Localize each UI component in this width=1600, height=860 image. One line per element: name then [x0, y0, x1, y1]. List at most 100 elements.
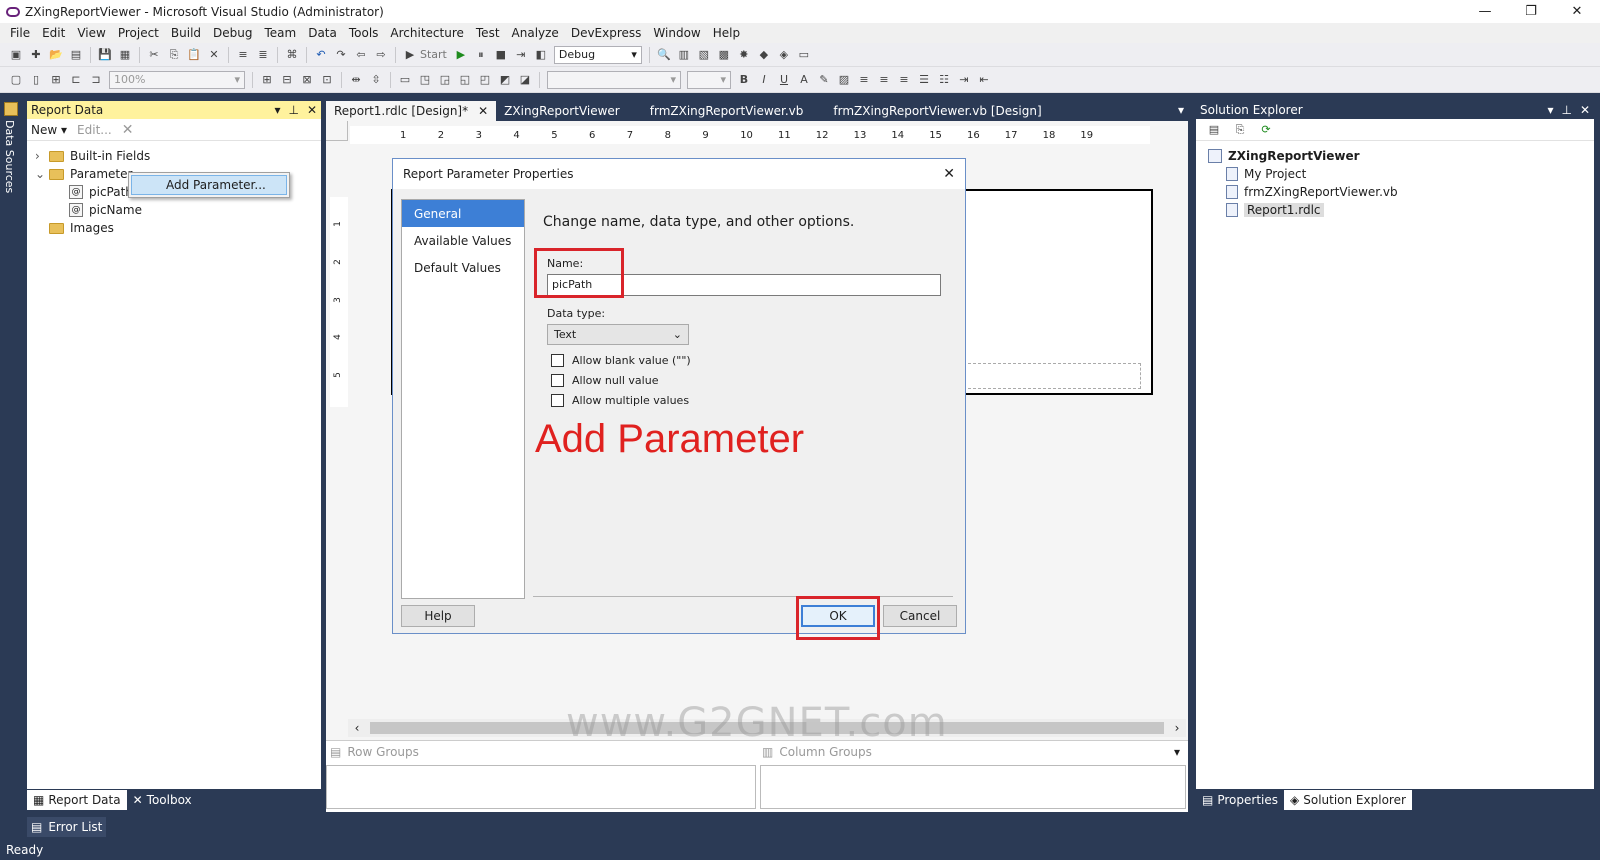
chevron-right-icon[interactable]: ›: [35, 149, 49, 163]
menu-debug[interactable]: Debug: [207, 26, 258, 40]
minimize-button[interactable]: —: [1462, 0, 1508, 23]
menu-build[interactable]: Build: [165, 26, 207, 40]
navigate-forward-icon[interactable]: ⇨: [373, 47, 389, 63]
tree-item-form-vb[interactable]: frmZXingReportViewer.vb: [1196, 183, 1594, 201]
toolbox-tab[interactable]: ✕ Toolbox: [127, 790, 198, 810]
delete-icon[interactable]: ✕: [122, 122, 134, 138]
show-all-files-icon[interactable]: ⎘: [1232, 122, 1248, 138]
new-project-icon[interactable]: ▣: [8, 47, 24, 63]
menu-data[interactable]: Data: [302, 26, 343, 40]
numbering-icon[interactable]: ☷: [936, 72, 952, 88]
row-groups-area[interactable]: [326, 765, 756, 809]
highlight-icon[interactable]: ✎: [816, 72, 832, 88]
open-folder-icon[interactable]: 📂: [48, 47, 64, 63]
breakpoint-icon[interactable]: ◧: [533, 47, 549, 63]
nav-general[interactable]: General: [402, 200, 524, 227]
step-icon[interactable]: ⇥: [513, 47, 529, 63]
scroll-left-icon[interactable]: ‹: [348, 721, 366, 735]
close-icon[interactable]: ✕: [1580, 103, 1590, 117]
checkbox-icon[interactable]: [551, 394, 564, 407]
toolbox-icon[interactable]: ✸: [736, 47, 752, 63]
chevron-down-icon[interactable]: ⌄: [35, 167, 49, 181]
properties-icon[interactable]: ▧: [696, 47, 712, 63]
column-groups-area[interactable]: [760, 765, 1186, 809]
undo-icon[interactable]: ↶: [313, 47, 329, 63]
dropdown-icon[interactable]: ▾: [274, 103, 280, 117]
data-sources-tab[interactable]: Data Sources: [3, 120, 16, 193]
tab-frm-vb[interactable]: frmZXingReportViewer.vb: [642, 101, 812, 121]
data-type-select[interactable]: Text ⌄: [547, 324, 689, 345]
tab-report1-design[interactable]: Report1.rdlc [Design]* ✕: [326, 101, 497, 121]
tree-item-builtin-fields[interactable]: › Built-in Fields: [27, 147, 321, 165]
menu-window[interactable]: Window: [647, 26, 706, 40]
menu-file[interactable]: File: [4, 26, 36, 40]
align-text-left-icon[interactable]: ≡: [856, 72, 872, 88]
allow-multiple-checkbox[interactable]: Allow multiple values: [551, 394, 689, 407]
copy-icon[interactable]: ⎘: [166, 47, 182, 63]
solution-explorer-tab[interactable]: ◈ Solution Explorer: [1284, 790, 1412, 810]
bring-front-icon[interactable]: ◳: [417, 72, 433, 88]
configuration-select[interactable]: Debug ▾: [553, 45, 642, 64]
send-back-icon[interactable]: ◲: [437, 72, 453, 88]
checkbox-icon[interactable]: [551, 354, 564, 367]
feedback-icon[interactable]: ◈: [776, 47, 792, 63]
menu-team[interactable]: Team: [258, 26, 302, 40]
close-icon[interactable]: ✕: [307, 103, 317, 117]
grid-icon[interactable]: ⊞: [259, 72, 275, 88]
extensions-icon[interactable]: ◆: [756, 47, 772, 63]
menu-project[interactable]: Project: [112, 26, 165, 40]
report-data-tab[interactable]: ▦ Report Data: [27, 790, 127, 810]
comment-icon[interactable]: ≡: [235, 47, 251, 63]
nav-default-values[interactable]: Default Values: [402, 254, 524, 281]
restore-button[interactable]: ❐: [1508, 0, 1554, 23]
order-icon[interactable]: ◪: [517, 72, 533, 88]
lock-icon[interactable]: ◩: [497, 72, 513, 88]
bold-icon[interactable]: B: [736, 72, 752, 88]
zoom-select[interactable]: 100% ▾: [109, 70, 245, 89]
cut-icon[interactable]: ✂: [146, 47, 162, 63]
tree-item-param-picname[interactable]: @ picName: [27, 201, 321, 219]
stop-icon[interactable]: ■: [493, 47, 509, 63]
tab-frm-design[interactable]: frmZXingReportViewer.vb [Design]: [825, 101, 1049, 121]
add-parameter-menu-item[interactable]: Add Parameter...: [131, 175, 287, 195]
properties-tab[interactable]: ▤ Properties: [1196, 790, 1284, 810]
menu-devexpress[interactable]: DevExpress: [565, 26, 648, 40]
checkbox-icon[interactable]: [551, 374, 564, 387]
refresh-icon[interactable]: ⟳: [1258, 122, 1274, 138]
save-all-icon[interactable]: ▦: [117, 47, 133, 63]
align-objects-icon[interactable]: ⊠: [299, 72, 315, 88]
delete-icon[interactable]: ✕: [206, 47, 222, 63]
pin-icon[interactable]: ⊥: [288, 103, 298, 117]
pin-icon[interactable]: ⊥: [1561, 103, 1571, 117]
grouping-dropdown-icon[interactable]: ▾: [1174, 745, 1180, 759]
paste-icon[interactable]: 📋: [186, 47, 202, 63]
ok-button[interactable]: OK: [801, 605, 875, 627]
tree-item-images[interactable]: Images: [27, 219, 321, 237]
spacing-icon[interactable]: ⇹: [348, 72, 364, 88]
tree-item-my-project[interactable]: My Project: [1196, 165, 1594, 183]
report-textbox[interactable]: [963, 363, 1141, 389]
redo-icon[interactable]: ↷: [333, 47, 349, 63]
navigate-back-icon[interactable]: ⇦: [353, 47, 369, 63]
start-icon[interactable]: ▶: [402, 47, 418, 63]
center-icon[interactable]: ⇳: [368, 72, 384, 88]
group-icon[interactable]: ◱: [457, 72, 473, 88]
menu-help[interactable]: Help: [707, 26, 746, 40]
scroll-right-icon[interactable]: ›: [1168, 721, 1186, 735]
menu-tools[interactable]: Tools: [343, 26, 385, 40]
dialog-close-icon[interactable]: ✕: [943, 166, 955, 182]
font-family-select[interactable]: ▾: [547, 70, 681, 89]
tree-item-report1[interactable]: Report1.rdlc: [1196, 201, 1594, 219]
run-green-icon[interactable]: ▶: [453, 47, 469, 63]
italic-icon[interactable]: I: [756, 72, 772, 88]
tab-overflow-icon[interactable]: ▾: [1178, 103, 1184, 117]
find-icon[interactable]: 🔍: [656, 47, 672, 63]
window-icon[interactable]: ▭: [796, 47, 812, 63]
cancel-button[interactable]: Cancel: [883, 605, 957, 627]
start-label[interactable]: Start: [420, 48, 447, 61]
object-browser-icon[interactable]: ▩: [716, 47, 732, 63]
nav-available-values[interactable]: Available Values: [402, 227, 524, 254]
bullets-icon[interactable]: ☰: [916, 72, 932, 88]
font-size-select[interactable]: ▾: [687, 70, 731, 89]
close-window-button[interactable]: ✕: [1554, 0, 1600, 23]
